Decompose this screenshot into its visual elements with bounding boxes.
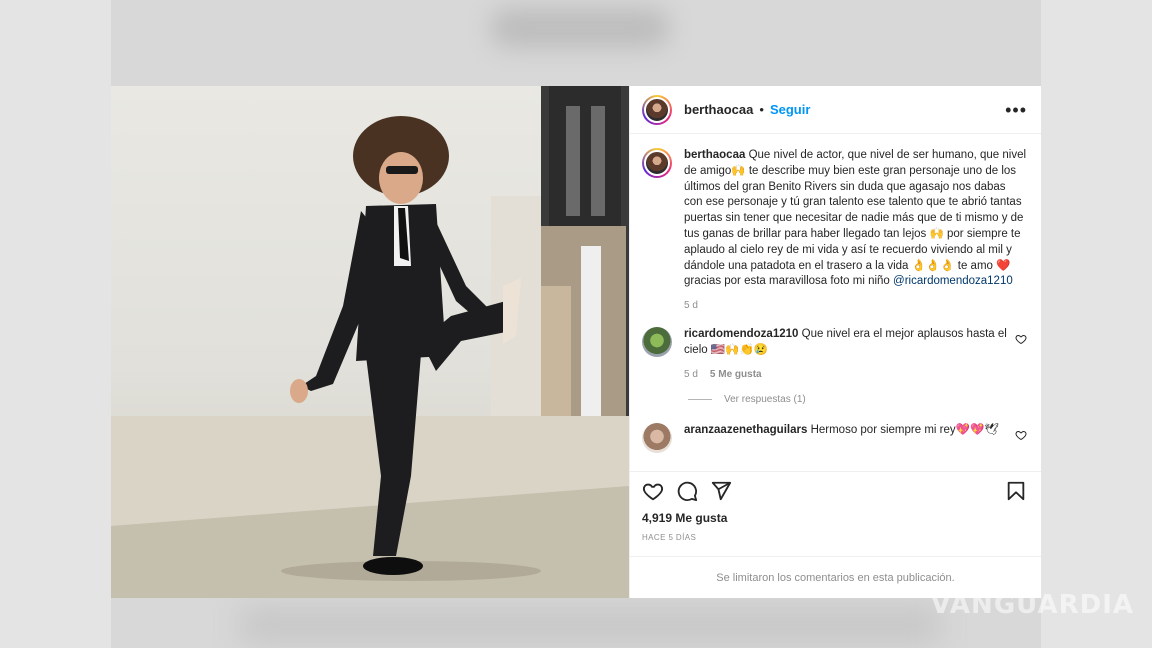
comment-meta: 5 d 5 Me gusta [684, 369, 1027, 380]
follow-button[interactable]: Seguir [770, 102, 810, 117]
caption: berthaocaa Que nivel de actor, que nivel… [642, 148, 1027, 290]
comments-section[interactable]: berthaocaa Que nivel de actor, que nivel… [630, 134, 1041, 471]
replies-line [688, 398, 712, 400]
share-icon[interactable] [710, 480, 732, 502]
commenter-avatar[interactable] [642, 327, 672, 358]
comment-text: Hermoso por siempre mi rey💖💖🕊 [810, 423, 999, 436]
comment-author[interactable]: aranzaazenethaguilars [684, 424, 807, 436]
view-replies-button[interactable]: Ver respuestas (1) [688, 394, 1027, 405]
post-actions [630, 471, 1041, 509]
post-header: berthaocaa • Seguir ••• [630, 86, 1041, 134]
caption-author[interactable]: berthaocaa [684, 149, 745, 161]
comment-age: 5 d [684, 368, 698, 380]
post-side-panel: berthaocaa • Seguir ••• berthaocaa Que n… [629, 86, 1041, 598]
comment-likes[interactable]: 5 Me gusta [710, 369, 762, 380]
more-options-icon[interactable]: ••• [1005, 101, 1027, 119]
comment: aranzaazenethaguilars Hermoso por siempr… [642, 422, 1027, 453]
like-comment-heart-icon[interactable] [1015, 429, 1027, 441]
post-photo-illustration [111, 86, 629, 598]
instagram-post: berthaocaa • Seguir ••• berthaocaa Que n… [111, 86, 1041, 598]
caption-mention[interactable]: @ricardomendoza1210 [893, 275, 1013, 287]
separator-dot: • [759, 102, 764, 117]
like-comment-heart-icon[interactable] [1015, 333, 1027, 345]
like-heart-icon[interactable] [642, 480, 664, 502]
caption-text: Que nivel de actor, que nivel de ser hum… [684, 149, 1027, 288]
caption-age: 5 d [684, 300, 698, 312]
author-avatar[interactable] [642, 148, 672, 178]
background-blur [240, 605, 940, 645]
likes-count[interactable]: 4,919 Me gusta [630, 509, 1041, 525]
commenter-avatar[interactable] [642, 422, 672, 453]
comment-icon[interactable] [676, 480, 698, 502]
save-bookmark-icon[interactable] [1005, 480, 1027, 502]
post-photo [111, 86, 629, 598]
view-replies-label: Ver respuestas (1) [724, 393, 806, 405]
author-avatar[interactable] [642, 94, 672, 125]
background-blur [490, 8, 670, 48]
caption-meta: 5 d [684, 300, 1027, 311]
author-username[interactable]: berthaocaa [684, 102, 753, 117]
post-time: HACE 5 DÍAS [642, 533, 697, 542]
watermark: VANGUARDIA [930, 590, 1134, 620]
background-right [1041, 0, 1152, 648]
comment: ricardomendoza1210 Que nivel era el mejo… [642, 327, 1027, 359]
background-left [0, 0, 111, 648]
comment-author[interactable]: ricardomendoza1210 [684, 328, 798, 340]
